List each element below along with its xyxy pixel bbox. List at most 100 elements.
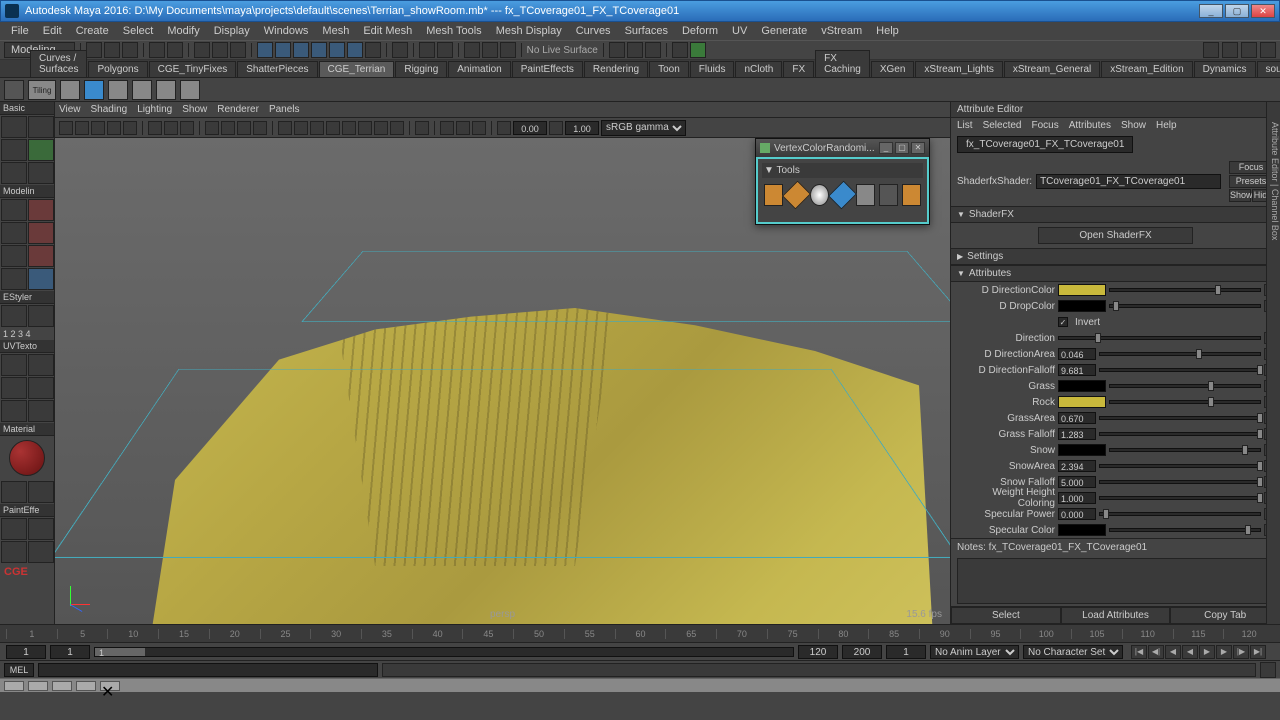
range-slider[interactable]: 1 <box>94 647 794 657</box>
toggle-3-button[interactable] <box>645 42 661 58</box>
ae-menu-selected[interactable]: Selected <box>983 120 1022 131</box>
snap-grid-button[interactable] <box>257 42 273 58</box>
vp-btn-10[interactable] <box>221 121 235 135</box>
ae-menu-attributes[interactable]: Attributes <box>1069 120 1111 131</box>
number-field[interactable]: 5.000 <box>1058 476 1096 488</box>
float-tool-4-icon[interactable] <box>828 181 857 210</box>
color-swatch[interactable] <box>1058 380 1106 392</box>
range-out-field[interactable]: 120 <box>798 645 838 659</box>
material-sphere-icon[interactable] <box>9 440 45 476</box>
vp-menu-shading[interactable]: Shading <box>91 104 128 115</box>
settings-section-header[interactable]: ▶Settings <box>951 248 1280 265</box>
right-dock-tabs[interactable]: Attribute Editor | Channel Box <box>1266 102 1280 624</box>
show-button[interactable]: Show <box>1229 189 1251 202</box>
vp-btn-4[interactable] <box>107 121 121 135</box>
open-scene-button[interactable] <box>104 42 120 58</box>
snap-plane-button[interactable] <box>311 42 327 58</box>
attributes-section-header[interactable]: ▼Attributes <box>951 265 1280 282</box>
shelf-tiling-button[interactable]: Tiling <box>28 80 56 100</box>
vp-btn-21[interactable] <box>415 121 429 135</box>
uv-6-icon[interactable] <box>28 400 54 422</box>
poly-prism-icon[interactable] <box>1 268 27 290</box>
shelf-tab[interactable]: Fluids <box>690 61 735 77</box>
rotate-tool-icon[interactable] <box>28 139 54 161</box>
number-field[interactable]: 2.394 <box>1058 460 1096 472</box>
lock-button[interactable] <box>392 42 408 58</box>
ae-menu-show[interactable]: Show <box>1121 120 1146 131</box>
vp-btn-11[interactable] <box>237 121 251 135</box>
shelf-tab[interactable]: PaintEffects <box>512 61 583 77</box>
attr-slider[interactable] <box>1099 432 1261 436</box>
close-button[interactable]: ✕ <box>1251 4 1275 18</box>
checkbox[interactable]: ✓ <box>1058 317 1068 327</box>
menu-mesh[interactable]: Mesh <box>315 25 356 37</box>
vp-btn-14[interactable] <box>294 121 308 135</box>
toggle-1-button[interactable] <box>609 42 625 58</box>
shelf-tab-active[interactable]: CGE_Terrian <box>319 61 395 77</box>
toggle-4-button[interactable] <box>672 42 688 58</box>
new-scene-button[interactable] <box>86 42 102 58</box>
float-tool-2-icon[interactable] <box>782 181 811 210</box>
lasso-tool-button[interactable] <box>212 42 228 58</box>
shelf-tab[interactable]: nCloth <box>735 61 782 77</box>
menu-editmesh[interactable]: Edit Mesh <box>356 25 419 37</box>
float-maximize-button[interactable]: ▢ <box>895 142 909 154</box>
current-frame-field[interactable]: 1 <box>886 645 926 659</box>
undo-button[interactable] <box>149 42 165 58</box>
shelf-tab[interactable]: Rigging <box>395 61 447 77</box>
number-field[interactable]: 9.681 <box>1058 364 1096 376</box>
shelf-tab[interactable]: Polygons <box>88 61 147 77</box>
vp-btn-2[interactable] <box>75 121 89 135</box>
play-back-button[interactable]: ◀ <box>1182 645 1198 659</box>
paint-1-icon[interactable] <box>1 518 27 540</box>
select-tool-button[interactable] <box>194 42 210 58</box>
play-forward-button[interactable]: ▶ <box>1199 645 1215 659</box>
vp-btn-9[interactable] <box>205 121 219 135</box>
object-tab[interactable]: fx_TCoverage01_FX_TCoverage01 <box>957 136 1133 153</box>
snap-view-button[interactable] <box>347 42 363 58</box>
goto-end-button[interactable]: ▶| <box>1250 645 1266 659</box>
shelf-tab[interactable]: Toon <box>649 61 689 77</box>
ipr-button[interactable] <box>482 42 498 58</box>
vp-menu-panels[interactable]: Panels <box>269 104 300 115</box>
menu-edit[interactable]: Edit <box>36 25 69 37</box>
menu-meshdisplay[interactable]: Mesh Display <box>489 25 569 37</box>
snap-curve-button[interactable] <box>275 42 291 58</box>
vp-btn-25[interactable] <box>497 121 511 135</box>
poly-plane-icon[interactable] <box>1 245 27 267</box>
vertex-color-random-window[interactable]: VertexColorRandomi... _ ▢ ✕ ▼ Tools <box>755 138 930 225</box>
attr-slider[interactable] <box>1099 368 1261 372</box>
color-swatch[interactable] <box>1058 396 1106 408</box>
shelf-tab[interactable]: xStream_Lights <box>915 61 1002 77</box>
shelf-tab[interactable]: FX Caching <box>815 50 870 77</box>
number-field[interactable]: 0.670 <box>1058 412 1096 424</box>
vp-btn-22[interactable] <box>440 121 454 135</box>
float-tool-3-icon[interactable] <box>810 184 829 206</box>
vp-btn-18[interactable] <box>358 121 372 135</box>
uv-4-icon[interactable] <box>28 377 54 399</box>
taskbar-item-close[interactable]: ✕ <box>100 681 120 691</box>
poly-cone-icon[interactable] <box>28 222 54 244</box>
vp-btn-5[interactable] <box>123 121 137 135</box>
layout-1-button[interactable] <box>1222 42 1238 58</box>
last-tool-icon[interactable] <box>28 162 54 184</box>
copy-tab-button[interactable]: Copy Tab <box>1170 607 1280 624</box>
menu-uv[interactable]: UV <box>725 25 754 37</box>
vp-btn-19[interactable] <box>374 121 388 135</box>
layout-2-button[interactable] <box>1241 42 1257 58</box>
vp-menu-lighting[interactable]: Lighting <box>137 104 172 115</box>
menu-surfaces[interactable]: Surfaces <box>618 25 675 37</box>
vp-btn-17[interactable] <box>342 121 356 135</box>
command-input[interactable] <box>38 663 378 677</box>
shelf-shape-3-icon[interactable] <box>156 80 176 100</box>
menu-curves[interactable]: Curves <box>569 25 618 37</box>
notes-text-area[interactable] <box>957 558 1274 604</box>
float-tool-1-icon[interactable] <box>764 184 783 206</box>
shelf-shape-4-icon[interactable] <box>180 80 200 100</box>
uv-2-icon[interactable] <box>28 354 54 376</box>
attr-slider[interactable] <box>1099 464 1261 468</box>
vp-menu-renderer[interactable]: Renderer <box>217 104 259 115</box>
lasso-tool-icon[interactable] <box>28 116 54 138</box>
shelf-tab[interactable]: FX <box>783 61 814 77</box>
goto-start-button[interactable]: |◀ <box>1131 645 1147 659</box>
